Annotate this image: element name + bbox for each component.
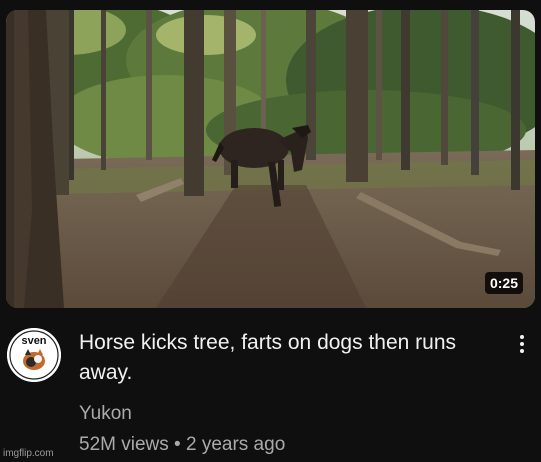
upload-age: 2 years ago	[185, 434, 286, 455]
channel-avatar[interactable]: sven	[7, 328, 61, 382]
video-thumbnail[interactable]: 0:25	[6, 10, 535, 308]
channel-name[interactable]: Yukon	[79, 402, 132, 426]
video-duration-badge: 0:25	[484, 272, 523, 294]
stats-separator: •	[174, 434, 181, 455]
imgflip-watermark: imgflip.com	[3, 448, 54, 459]
video-card[interactable]: 0:25 sven Horse kicks tree, farts on dog…	[0, 0, 541, 462]
view-count: 52M views	[79, 434, 169, 455]
video-title[interactable]: Horse kicks tree, farts on dogs then run…	[79, 328, 489, 388]
video-metadata: sven Horse kicks tree, farts on dogs the…	[0, 316, 541, 462]
video-stats: 52M views • 2 years ago	[79, 433, 285, 457]
avatar-text: sven	[21, 335, 46, 347]
forest-horse-scene	[6, 10, 535, 308]
channel-logo: sven	[7, 328, 61, 382]
more-vert-icon[interactable]	[510, 332, 534, 360]
